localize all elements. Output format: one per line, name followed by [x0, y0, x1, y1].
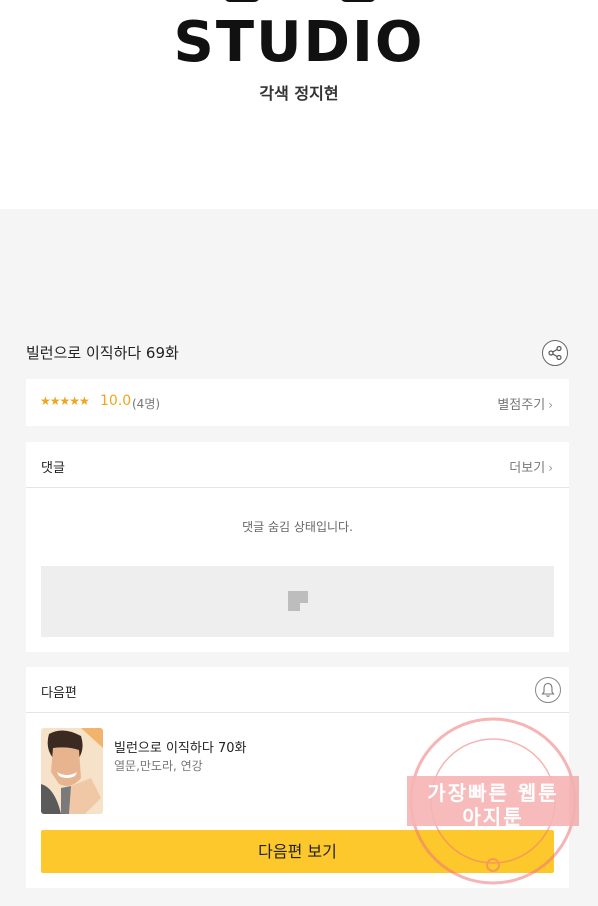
comments-hidden-message: 댓글 숨김 상태입니다.	[242, 520, 353, 534]
rating-score: 10.0	[100, 393, 132, 409]
ad-placeholder[interactable]	[41, 566, 554, 637]
next-header: 다음편	[26, 667, 569, 713]
next-episode-title[interactable]: 빌런으로 이직하다 70화	[114, 737, 246, 756]
studio-logo: STUDIO	[173, 10, 425, 75]
bell-icon	[541, 682, 555, 697]
ad-placeholder-icon	[288, 591, 308, 611]
comments-card: 댓글 더보기 › 댓글 숨김 상태입니다.	[26, 442, 569, 652]
next-episode-genres: 열문,만도라, 연강	[114, 759, 203, 773]
chevron-right-icon: ›	[548, 398, 553, 412]
rate-button-label: 별점주기	[497, 398, 546, 413]
comments-title: 댓글	[41, 461, 65, 476]
share-button[interactable]	[542, 340, 568, 366]
watermark-stamp: 가장빠른 웹툰 아지툰	[407, 717, 579, 885]
rating-card: ★★★★★ 10.0 (4명) 별점주기 ›	[26, 379, 569, 426]
adaptation-credit: 각색 정지현	[259, 84, 339, 103]
rating-stars: ★★★★★	[40, 394, 90, 408]
share-icon	[548, 346, 562, 360]
watermark-line-2: 아지툰	[462, 805, 524, 829]
comments-more-label: 더보기	[509, 461, 546, 476]
rating-count: (4명)	[132, 397, 161, 411]
logo-top-fragment	[218, 0, 384, 6]
chevron-right-icon: ›	[548, 461, 553, 475]
comments-header: 댓글 더보기 ›	[26, 442, 569, 488]
episode-title: 빌런으로 이직하다 69화	[26, 344, 179, 362]
webtoon-image-bottom: STUDIO 각색 정지현	[0, 0, 598, 209]
comments-more-button[interactable]: 더보기 ›	[509, 457, 553, 476]
rate-button[interactable]: 별점주기 ›	[497, 394, 553, 413]
next-episode-thumbnail[interactable]	[41, 728, 103, 814]
next-title: 다음편	[41, 686, 77, 701]
notify-button[interactable]	[535, 677, 561, 703]
